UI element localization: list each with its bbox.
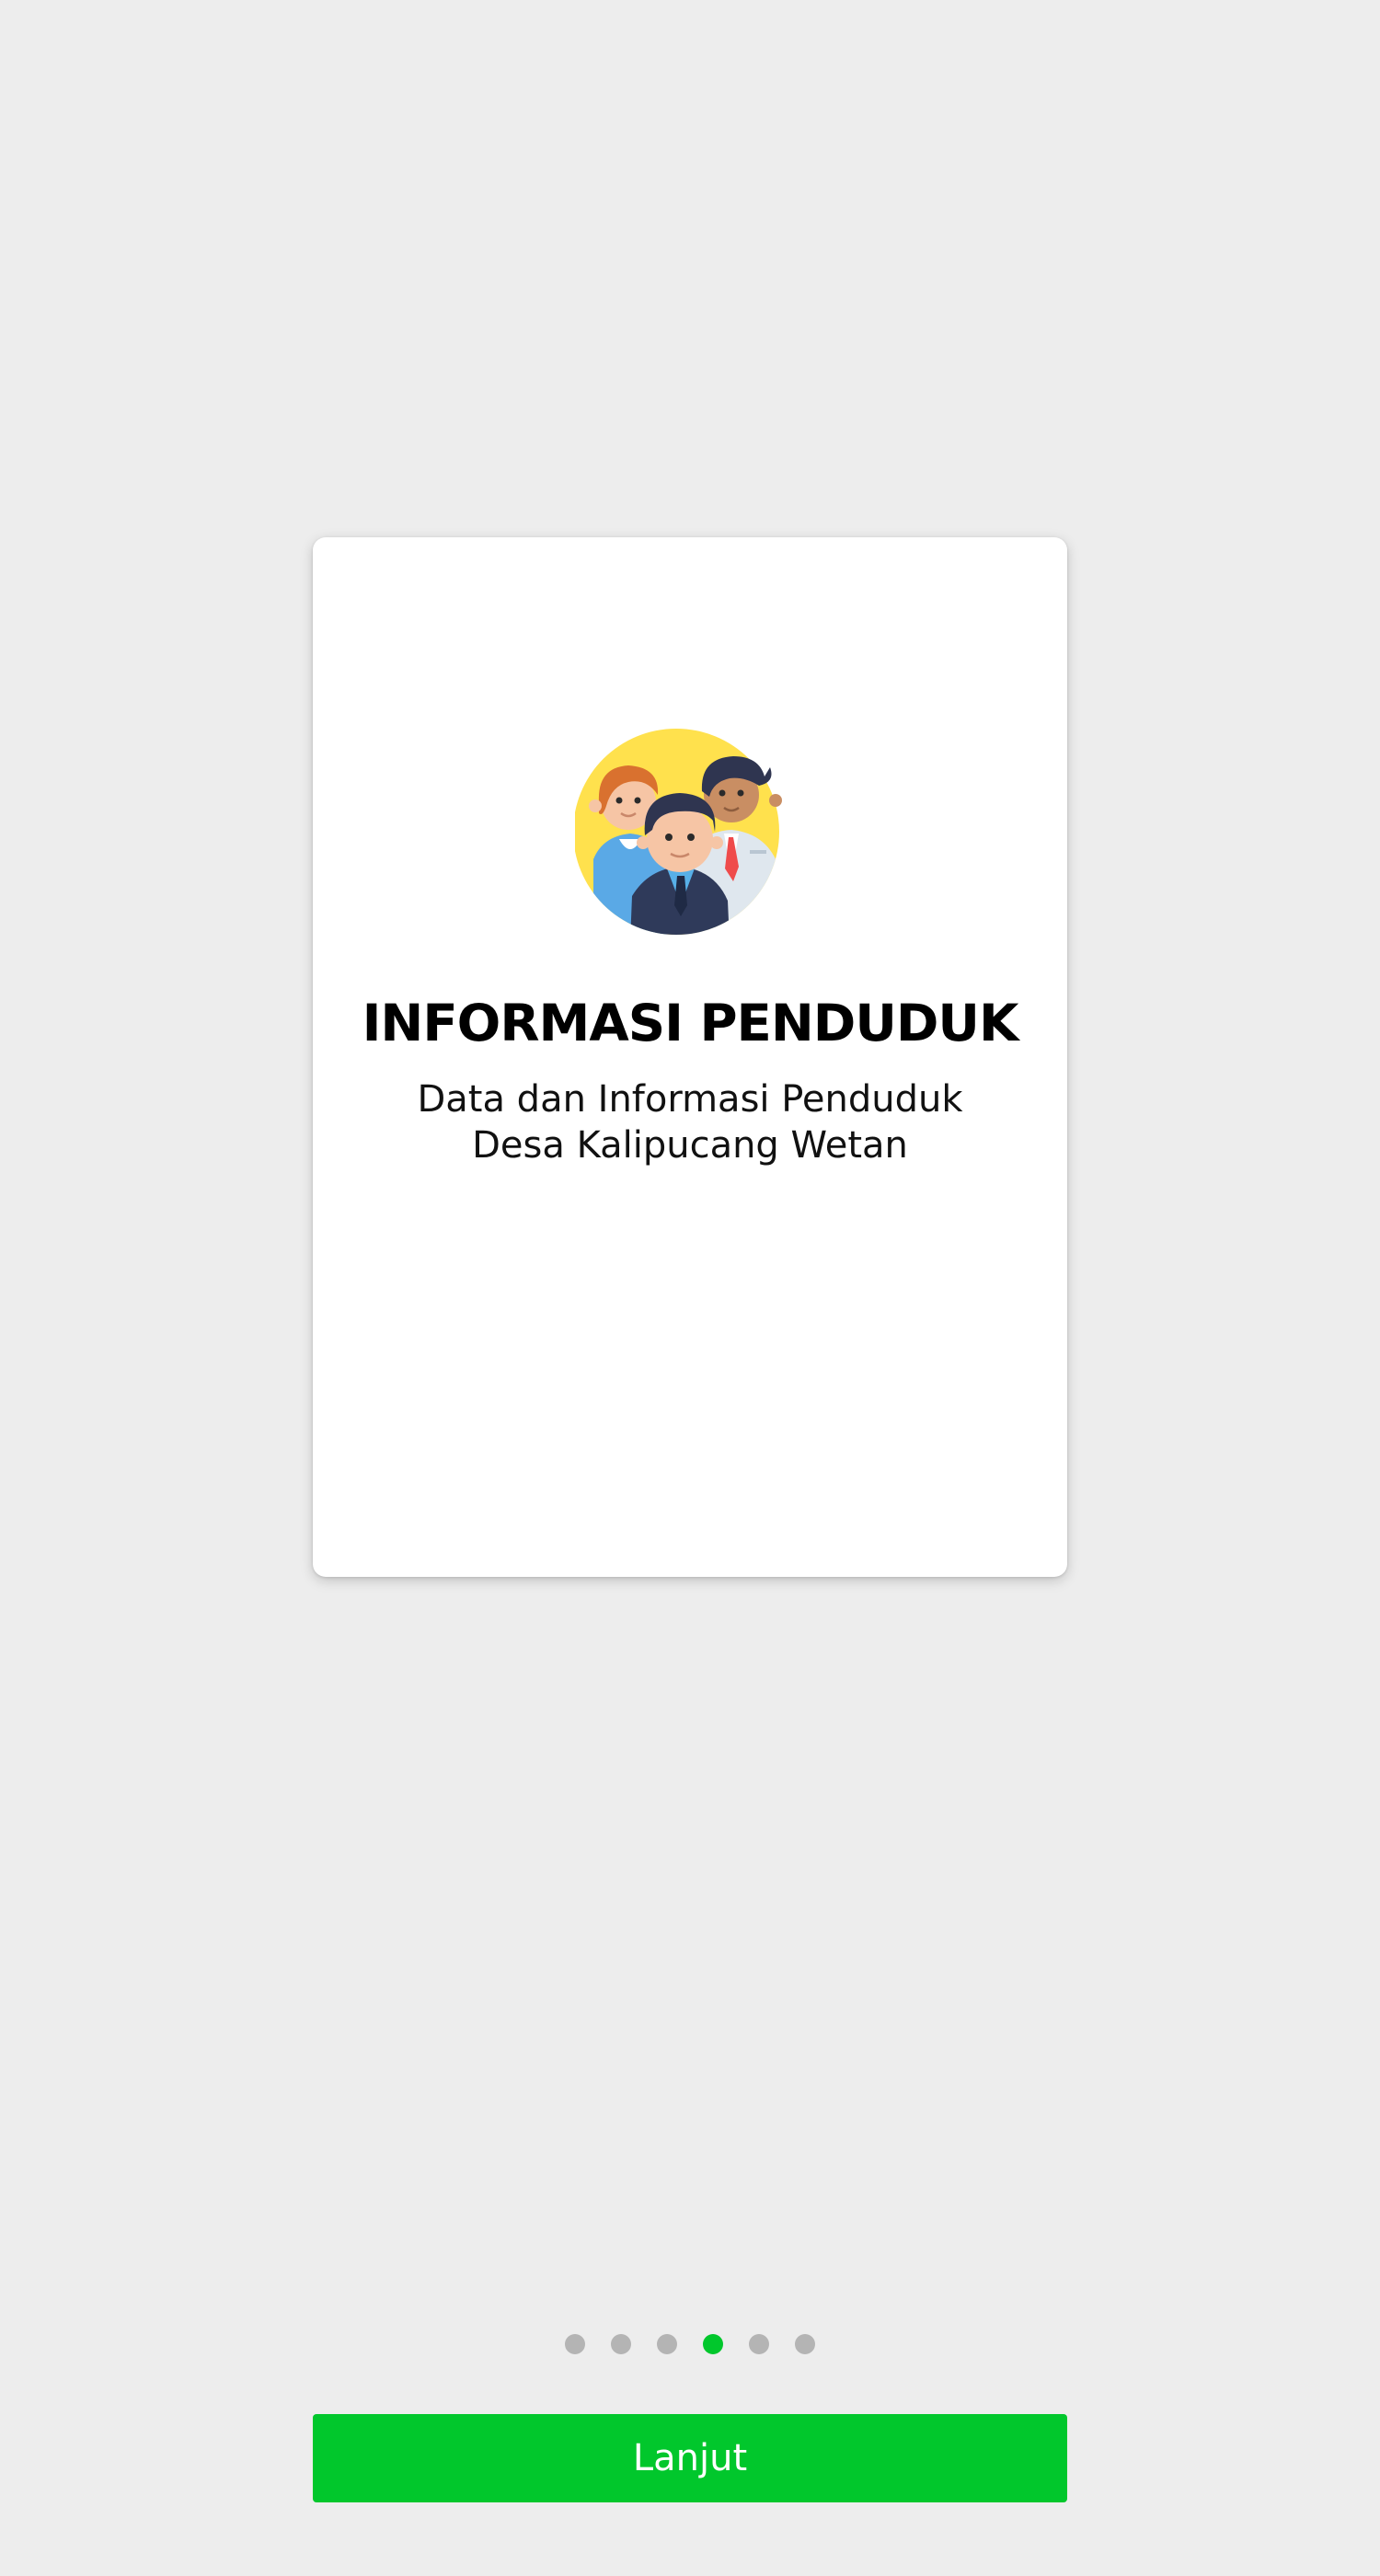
pagination-dot-4[interactable]	[703, 2334, 723, 2354]
pagination-dot-3[interactable]	[657, 2334, 677, 2354]
pagination-dot-5[interactable]	[749, 2334, 769, 2354]
pagination-dot-6[interactable]	[795, 2334, 815, 2354]
onboarding-card: INFORMASI PENDUDUK Data dan Informasi Pe…	[313, 537, 1067, 1577]
pagination-dot-2[interactable]	[611, 2334, 631, 2354]
pagination-dots	[0, 2334, 1380, 2354]
page-title: INFORMASI PENDUDUK	[362, 994, 1019, 1052]
subtitle-line-1: Data dan Informasi Penduduk	[417, 1078, 963, 1121]
people-group-icon	[575, 721, 805, 942]
page-subtitle: Data dan Informasi Penduduk Desa Kalipuc…	[313, 1076, 1067, 1168]
next-button[interactable]: Lanjut	[313, 2414, 1067, 2502]
pagination-dot-1[interactable]	[565, 2334, 585, 2354]
subtitle-line-2: Desa Kalipucang Wetan	[472, 1124, 908, 1167]
